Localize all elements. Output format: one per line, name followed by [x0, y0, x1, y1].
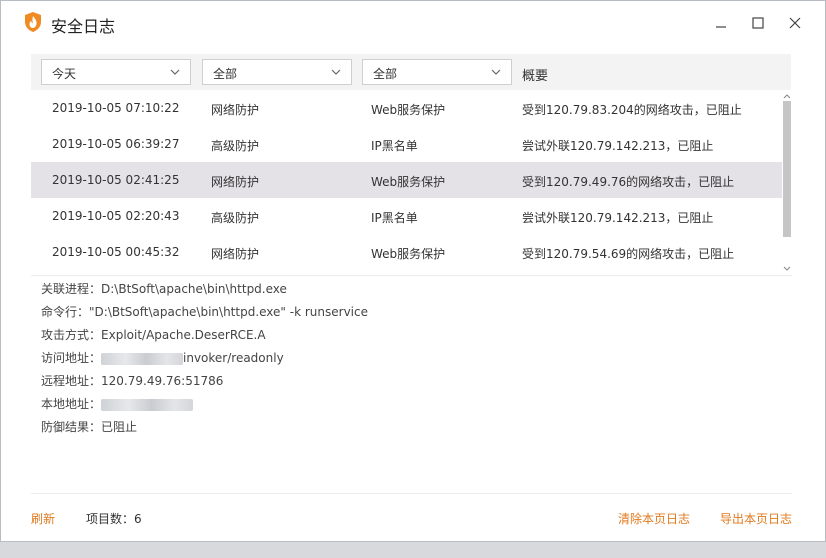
detail-local: 本地地址： — [41, 395, 194, 413]
category-filter-select[interactable]: 全部 — [202, 59, 352, 85]
export-page-log-button[interactable]: 导出本页日志 — [720, 510, 792, 527]
scroll-down-button[interactable] — [782, 263, 792, 273]
maximize-button[interactable] — [747, 12, 769, 34]
item-count-value: 6 — [134, 512, 142, 526]
detail-label: 本地地址： — [41, 397, 102, 411]
row-summary: 受到120.79.54.69的网络攻击，已阻止 — [522, 247, 735, 261]
summary-column-header: 概要 — [522, 69, 549, 84]
row-summary: 受到120.79.49.76的网络攻击，已阻止 — [522, 175, 735, 189]
detail-value: 120.79.49.76:51786 — [101, 374, 224, 388]
chevron-down-icon — [331, 69, 341, 75]
detail-label: 关联进程： — [41, 282, 102, 296]
chevron-down-icon — [783, 266, 791, 271]
table-row[interactable]: 2019-10-05 07:10:22 网络防护 Web服务保护 受到120.7… — [31, 90, 782, 126]
detail-process: 关联进程：D:\BtSoft\apache\bin\httpd.exe — [41, 280, 287, 298]
title-bar: 安全日志 — [1, 1, 825, 43]
row-type: IP黑名单 — [371, 211, 418, 225]
filter-bar: 今天 全部 全部 概要 — [31, 54, 791, 90]
row-type: Web服务保护 — [371, 175, 446, 189]
table-row[interactable]: 2019-10-05 02:20:43 高级防护 IP黑名单 尝试外联120.7… — [31, 198, 782, 234]
detail-label: 远程地址： — [41, 374, 102, 388]
detail-url: 访问地址： invoker/readonly — [41, 349, 284, 367]
detail-value: Exploit/Apache.DeserRCE.A — [101, 328, 266, 342]
detail-value: D:\BtSoft\apache\bin\httpd.exe — [101, 282, 287, 296]
redacted-local-address — [101, 398, 194, 411]
row-summary: 尝试外联120.79.142.213，已阻止 — [522, 139, 714, 153]
row-type: IP黑名单 — [371, 139, 418, 153]
chevron-up-icon — [783, 94, 791, 99]
row-time: 2019-10-05 06:39:27 — [52, 137, 180, 151]
type-filter-select[interactable]: 全部 — [362, 59, 512, 85]
clear-page-log-button[interactable]: 清除本页日志 — [618, 510, 690, 527]
detail-value: invoker/readonly — [183, 351, 284, 365]
close-button[interactable] — [784, 12, 806, 34]
scroll-thumb[interactable] — [783, 101, 791, 237]
table-row-selected[interactable]: 2019-10-05 02:41:25 网络防护 Web服务保护 受到120.7… — [31, 162, 782, 198]
detail-label: 访问地址： — [41, 351, 102, 365]
row-type: Web服务保护 — [371, 247, 446, 261]
table-scrollbar[interactable] — [782, 90, 792, 274]
chevron-down-icon — [170, 69, 180, 75]
row-time: 2019-10-05 02:41:25 — [52, 173, 180, 187]
window-title: 安全日志 — [51, 17, 116, 36]
divider — [31, 275, 792, 276]
row-category: 网络防护 — [211, 247, 260, 261]
redacted-host — [101, 352, 184, 365]
row-summary: 受到120.79.83.204的网络攻击，已阻止 — [522, 103, 742, 117]
row-category: 网络防护 — [211, 103, 260, 117]
detail-label: 防御结果： — [41, 420, 102, 434]
log-table: 2019-10-05 07:10:22 网络防护 Web服务保护 受到120.7… — [31, 90, 782, 270]
detail-value: 已阻止 — [101, 420, 138, 434]
table-row[interactable]: 2019-10-05 06:39:27 高级防护 IP黑名单 尝试外联120.7… — [31, 126, 782, 162]
detail-value: "D:\BtSoft\apache\bin\httpd.exe" -k runs… — [89, 305, 368, 319]
row-time: 2019-10-05 07:10:22 — [52, 101, 180, 115]
detail-label: 攻击方式： — [41, 328, 102, 342]
row-category: 高级防护 — [211, 139, 260, 153]
minimize-button[interactable] — [710, 12, 732, 34]
detail-remote: 远程地址：120.79.49.76:51786 — [41, 372, 223, 390]
item-count: 项目数：6 — [86, 510, 142, 527]
detail-label: 命令行： — [41, 305, 90, 319]
scroll-up-button[interactable] — [782, 90, 792, 100]
item-count-label: 项目数： — [86, 512, 135, 526]
category-filter-value: 全部 — [213, 67, 238, 81]
security-log-window: 安全日志 今天 全部 全部 概要 2019-10-05 07:10:22 网络防… — [0, 0, 826, 542]
shield-flame-icon — [23, 11, 43, 33]
table-row[interactable]: 2019-10-05 00:45:32 网络防护 Web服务保护 受到120.7… — [31, 234, 782, 270]
detail-result: 防御结果：已阻止 — [41, 418, 137, 436]
row-category: 网络防护 — [211, 175, 260, 189]
time-filter-select[interactable]: 今天 — [41, 59, 191, 85]
detail-attack: 攻击方式：Exploit/Apache.DeserRCE.A — [41, 326, 266, 344]
row-summary: 尝试外联120.79.142.213，已阻止 — [522, 211, 714, 225]
refresh-button[interactable]: 刷新 — [31, 510, 55, 527]
divider — [31, 493, 792, 494]
maximize-icon — [752, 17, 764, 29]
detail-command: 命令行："D:\BtSoft\apache\bin\httpd.exe" -k … — [41, 303, 368, 321]
chevron-down-icon — [491, 69, 501, 75]
type-filter-value: 全部 — [373, 67, 398, 81]
minimize-icon — [716, 26, 726, 28]
row-category: 高级防护 — [211, 211, 260, 225]
close-icon — [789, 17, 801, 29]
row-type: Web服务保护 — [371, 103, 446, 117]
time-filter-value: 今天 — [52, 67, 77, 81]
row-time: 2019-10-05 00:45:32 — [52, 245, 180, 259]
row-time: 2019-10-05 02:20:43 — [52, 209, 180, 223]
